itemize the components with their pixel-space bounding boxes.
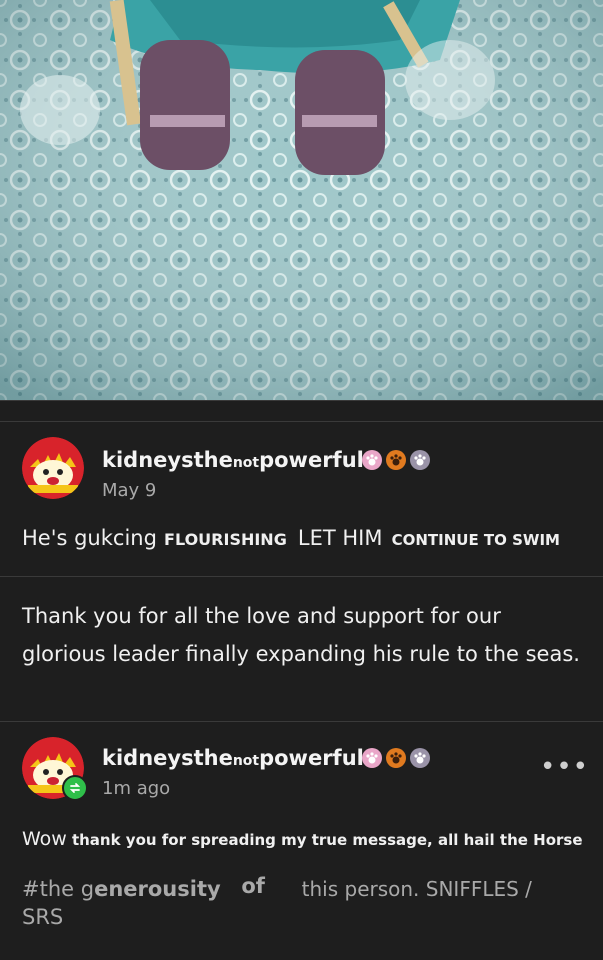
tag-segment: of — [241, 874, 265, 898]
username-part: powerful — [259, 746, 364, 770]
tag-segment: this person. SNIFFLES / — [301, 877, 532, 901]
more-options-icon[interactable]: ••• — [540, 752, 589, 782]
text-segment: LET HIM — [297, 526, 383, 550]
tags-line[interactable]: SRS — [22, 905, 63, 929]
post-text-line: He's gukcing FLOURISHING LET HIM CONTINU… — [22, 526, 560, 550]
username-part: kidneysthe — [102, 746, 233, 770]
tags-line[interactable]: #the generousity of this person. SNIFFLE… — [22, 874, 532, 901]
post-username[interactable]: kidneysthenotpowerful — [102, 746, 364, 770]
username-part: kidneysthe — [102, 448, 233, 472]
reblog-icon — [62, 775, 88, 801]
post-date: May 9 — [102, 480, 157, 501]
paw-badge-icon — [410, 748, 430, 768]
paw-badge-icon — [386, 450, 406, 470]
paw-badge-icon — [410, 450, 430, 470]
username-small-part: not — [232, 455, 260, 471]
reblog-message: Wow thank you for spreading my true mess… — [22, 828, 583, 850]
avatar[interactable] — [22, 437, 84, 499]
post-username[interactable]: kidneysthenotpowerful — [102, 448, 364, 472]
user-badges[interactable] — [362, 450, 430, 470]
section-divider — [0, 576, 603, 577]
photo-divider — [0, 400, 603, 401]
paw-badge-icon — [362, 450, 382, 470]
section-divider — [0, 421, 603, 422]
paw-badge-icon — [362, 748, 382, 768]
post-photo[interactable] — [0, 0, 603, 400]
user-badges[interactable] — [362, 748, 430, 768]
section-divider — [0, 721, 603, 722]
post-body: Thank you for all the love and support f… — [22, 604, 580, 666]
text-segment: CONTINUE TO SWIM — [391, 531, 560, 549]
username-small-part: not — [232, 753, 260, 769]
tag-segment: #the g — [22, 877, 95, 901]
text-segment: Wow — [22, 828, 67, 850]
tag-segment: enerousity — [94, 877, 221, 901]
text-segment: thank you for spreading my true message,… — [71, 831, 583, 849]
text-segment: FLOURISHING — [164, 530, 287, 549]
post-time: 1m ago — [102, 778, 171, 799]
paw-badge-icon — [386, 748, 406, 768]
text-segment: He's gukcing — [22, 526, 157, 550]
username-part: powerful — [259, 448, 364, 472]
